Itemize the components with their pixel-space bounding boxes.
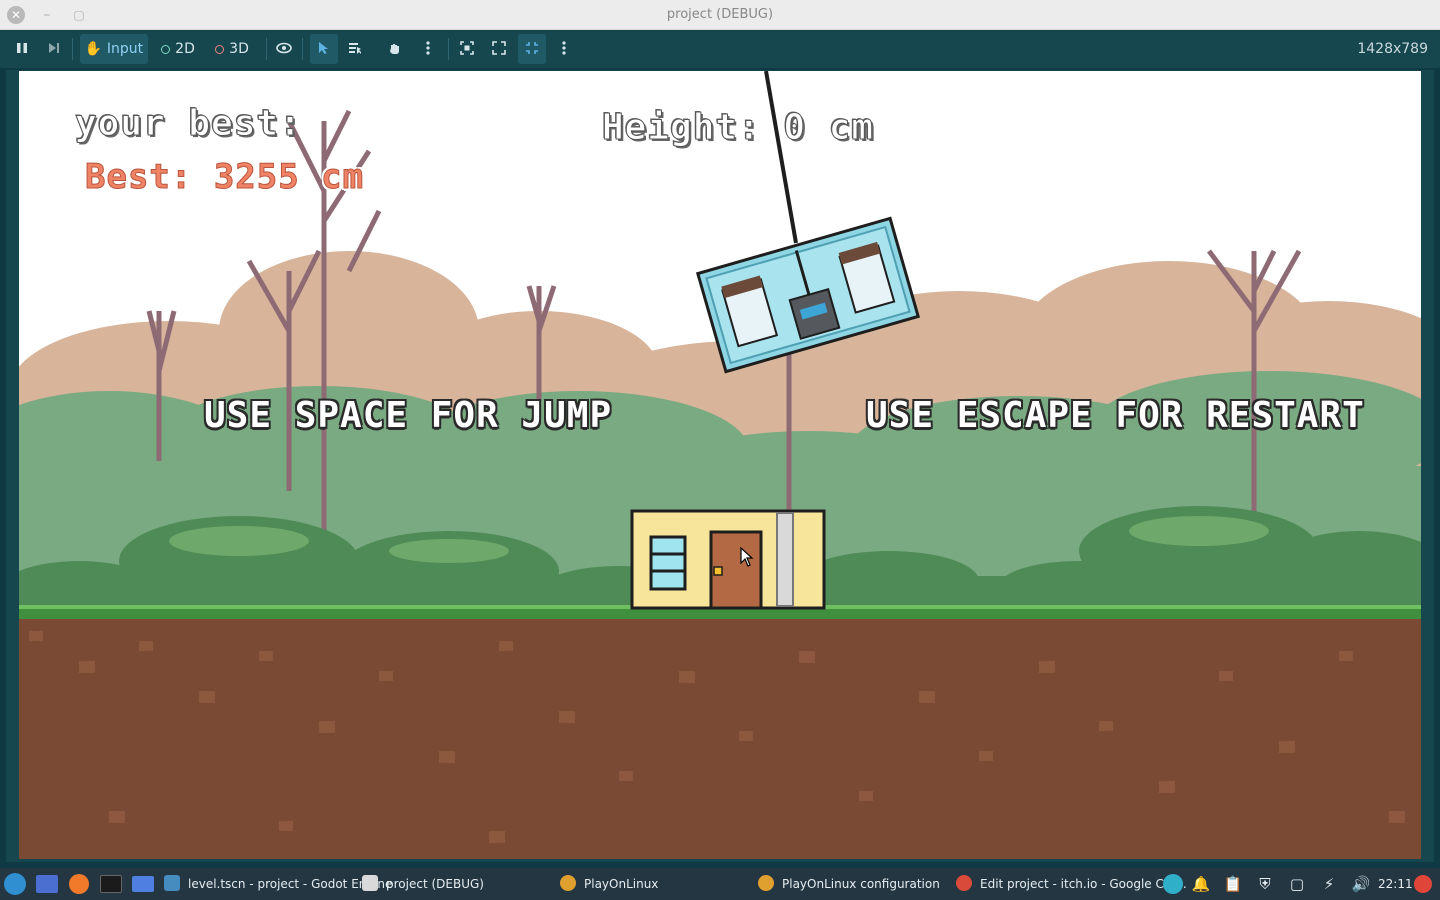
display-icon[interactable]: ▢ <box>1286 873 1308 895</box>
mode-2d-label: 2D <box>175 41 195 57</box>
debug-toolbar: ✋ Input 2D 3D 1428x789 <box>0 30 1440 68</box>
toolbar-separator <box>266 38 267 60</box>
taskbar-clock: 22:11 <box>1378 877 1413 891</box>
power-icon[interactable]: ⚡ <box>1318 873 1340 895</box>
pause-icon[interactable] <box>12 34 32 64</box>
taskbar-item-godot[interactable]: level.tscn - project - Godot Engine <box>164 872 392 896</box>
toolbar-separator <box>302 38 303 60</box>
taskbar-item-playonlinux-config[interactable]: PlayOnLinux configuration <box>758 872 940 896</box>
chrome-icon <box>956 875 972 891</box>
height-readout: Height: 0 cm <box>601 107 875 149</box>
firefox-icon[interactable] <box>68 873 90 895</box>
2d-dot-icon <box>161 45 171 54</box>
input-label: Input <box>106 41 144 57</box>
your-best-label: your best: <box>75 103 302 145</box>
3d-dot-icon <box>215 45 225 54</box>
taskbar: level.tscn - project - Godot Engine proj… <box>0 868 1440 900</box>
window-icon <box>362 875 378 891</box>
taskbar-item-playonlinux[interactable]: PlayOnLinux <box>560 872 658 896</box>
more-icon[interactable] <box>554 34 574 64</box>
toolbar-separator <box>448 38 449 60</box>
playonlinux-icon <box>560 875 576 891</box>
crane-rope <box>764 71 798 244</box>
dirt-ground <box>19 619 1421 859</box>
more-icon[interactable] <box>418 34 438 64</box>
hand-icon[interactable] <box>384 34 406 64</box>
clipboard-icon[interactable]: 📋 <box>1222 873 1244 895</box>
house <box>630 509 826 610</box>
visibility-icon[interactable] <box>274 34 294 64</box>
files-icon[interactable] <box>132 873 154 895</box>
taskbar-item-chrome[interactable]: Edit project - itch.io - Google Chr... <box>956 872 1187 896</box>
godot-icon <box>164 875 180 891</box>
input-icon: ✋ <box>84 41 103 57</box>
fit-icon[interactable] <box>518 34 546 64</box>
toolbar-separator <box>72 38 73 60</box>
hint-restart: USE ESCAPE FOR RESTART <box>865 394 1365 437</box>
fullscreen-icon[interactable] <box>488 34 510 64</box>
taskbar-item-project-debug[interactable]: project (DEBUG) <box>362 872 484 896</box>
mode-2d-button[interactable]: 2D <box>154 34 202 64</box>
camera-reset-icon[interactable] <box>456 34 478 64</box>
hint-jump: USE SPACE FOR JUMP <box>203 394 613 437</box>
mode-3d-label: 3D <box>229 41 249 57</box>
terminal-icon[interactable] <box>100 873 122 895</box>
list-select-icon[interactable] <box>344 34 366 64</box>
chrome-tray-icon[interactable] <box>1412 873 1434 895</box>
volume-icon[interactable]: 🔊 <box>1350 873 1372 895</box>
window-titlebar: ✕ – ▢ project (DEBUG) <box>0 0 1440 30</box>
viewport-resolution: 1428x789 <box>1357 41 1428 57</box>
select-icon[interactable] <box>310 34 338 64</box>
shield-icon[interactable]: ⛨ <box>1254 873 1276 895</box>
mode-3d-button[interactable]: 3D <box>208 34 256 64</box>
input-toggle-button[interactable]: ✋ Input <box>80 34 148 64</box>
show-desktop-icon[interactable] <box>36 873 58 895</box>
step-icon[interactable] <box>44 34 64 64</box>
game-viewport[interactable]: your best: Best: 3255 cm Height: 0 cm US… <box>19 71 1421 859</box>
playonlinux-icon <box>758 875 774 891</box>
window-title: project (DEBUG) <box>666 7 774 22</box>
mouse-cursor-icon <box>740 547 754 567</box>
notification-bell-icon[interactable]: 🔔 <box>1190 873 1212 895</box>
app-menu-icon[interactable] <box>4 873 26 895</box>
best-score: Best: 3255 cm <box>84 157 365 198</box>
sync-icon[interactable] <box>1162 873 1184 895</box>
